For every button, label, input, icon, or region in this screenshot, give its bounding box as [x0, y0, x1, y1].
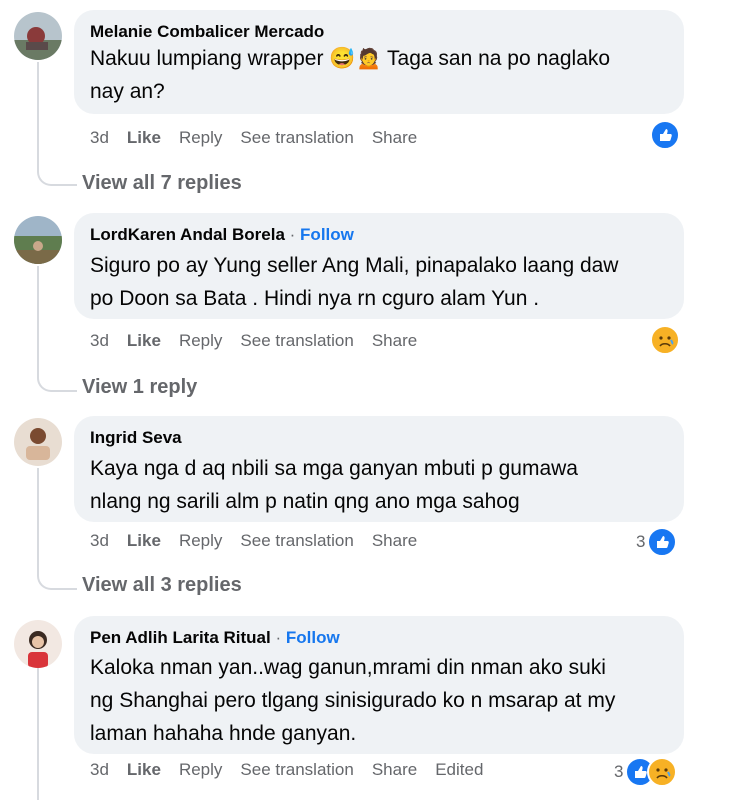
comment-author[interactable]: Pen Adlih Larita Ritual · Follow	[90, 628, 340, 648]
thread-curve	[37, 164, 77, 186]
timestamp[interactable]: 3d	[90, 531, 109, 550]
view-replies-link[interactable]: View all 7 replies	[82, 172, 242, 195]
share-button[interactable]: Share	[372, 331, 417, 350]
avatar[interactable]	[14, 620, 62, 668]
thread-curve	[37, 568, 77, 590]
edited-label[interactable]: Edited	[435, 760, 483, 779]
comment-actions: 3d Like Reply See translation Share	[90, 128, 435, 148]
thread-line	[37, 62, 39, 170]
comment-bubble: Pen Adlih Larita Ritual · Follow Kaloka …	[74, 616, 684, 754]
comment-actions: 3d Like Reply See translation Share Edited	[90, 760, 501, 780]
reaction-count: 3	[614, 762, 624, 781]
comment-actions: 3d Like Reply See translation Share	[90, 331, 435, 351]
see-translation-link[interactable]: See translation	[240, 531, 353, 550]
reactions[interactable]: 3	[614, 757, 678, 787]
follow-button[interactable]: Follow	[300, 225, 354, 244]
reply-button[interactable]: Reply	[179, 128, 222, 147]
see-translation-link[interactable]: See translation	[240, 331, 353, 350]
timestamp[interactable]: 3d	[90, 760, 109, 779]
timestamp[interactable]: 3d	[90, 128, 109, 147]
like-button[interactable]: Like	[127, 128, 161, 147]
like-reaction-icon	[647, 527, 678, 557]
reactions[interactable]: 3	[636, 527, 678, 557]
view-replies-link[interactable]: View all 3 replies	[82, 574, 242, 597]
like-button[interactable]: Like	[127, 331, 161, 350]
sad-reaction-icon	[647, 757, 678, 787]
reactions[interactable]	[650, 325, 680, 355]
follow-button[interactable]: Follow	[286, 628, 340, 647]
avatar[interactable]	[14, 418, 62, 466]
see-translation-link[interactable]: See translation	[240, 128, 353, 147]
sad-reaction-icon	[650, 325, 680, 355]
comment-actions: 3d Like Reply See translation Share	[90, 531, 435, 551]
comment-text-line: Kaloka nman yan..wag ganun,mrami din nma…	[90, 656, 606, 679]
reactions[interactable]	[650, 120, 680, 150]
thread-line	[37, 668, 39, 800]
comment-bubble: Melanie Combalicer Mercado Nakuu lumpian…	[74, 10, 684, 114]
reply-button[interactable]: Reply	[179, 331, 222, 350]
comment-text-line: nay an?	[90, 80, 165, 103]
thread-line	[37, 468, 39, 572]
comment-author[interactable]: LordKaren Andal Borela · Follow	[90, 225, 354, 245]
comment-text-line: ng Shanghai pero tlgang sinisigurado ko …	[90, 689, 616, 712]
comment-text-line: Siguro po ay Yung seller Ang Mali, pinap…	[90, 254, 619, 277]
comment-text-line: Kaya nga d aq nbili sa mga ganyan mbuti …	[90, 457, 578, 480]
comment-bubble: Ingrid Seva Kaya nga d aq nbili sa mga g…	[74, 416, 684, 522]
avatar[interactable]	[14, 12, 62, 60]
reply-button[interactable]: Reply	[179, 760, 222, 779]
thread-curve	[37, 370, 77, 392]
avatar[interactable]	[14, 216, 62, 264]
view-replies-link[interactable]: View 1 reply	[82, 376, 197, 399]
share-button[interactable]: Share	[372, 128, 417, 147]
thread-line	[37, 266, 39, 374]
comment-text-line: nlang ng sarili alm p natin qng ano mga …	[90, 490, 520, 513]
comment-bubble: LordKaren Andal Borela · Follow Siguro p…	[74, 213, 684, 319]
comment-author[interactable]: Melanie Combalicer Mercado	[90, 22, 324, 42]
share-button[interactable]: Share	[372, 760, 417, 779]
reaction-count: 3	[636, 532, 646, 551]
comment-author[interactable]: Ingrid Seva	[90, 428, 182, 448]
comment-text-line: Nakuu lumpiang wrapper 😅🙍 Taga san na po…	[90, 47, 611, 70]
timestamp[interactable]: 3d	[90, 331, 109, 350]
comment-text-line: po Doon sa Bata . Hindi nya rn cguro ala…	[90, 287, 540, 310]
like-reaction-icon	[650, 120, 680, 150]
comment-text-line: laman hahaha hnde ganyan.	[90, 722, 357, 745]
see-translation-link[interactable]: See translation	[240, 760, 353, 779]
share-button[interactable]: Share	[372, 531, 417, 550]
like-button[interactable]: Like	[127, 760, 161, 779]
like-button[interactable]: Like	[127, 531, 161, 550]
reply-button[interactable]: Reply	[179, 531, 222, 550]
